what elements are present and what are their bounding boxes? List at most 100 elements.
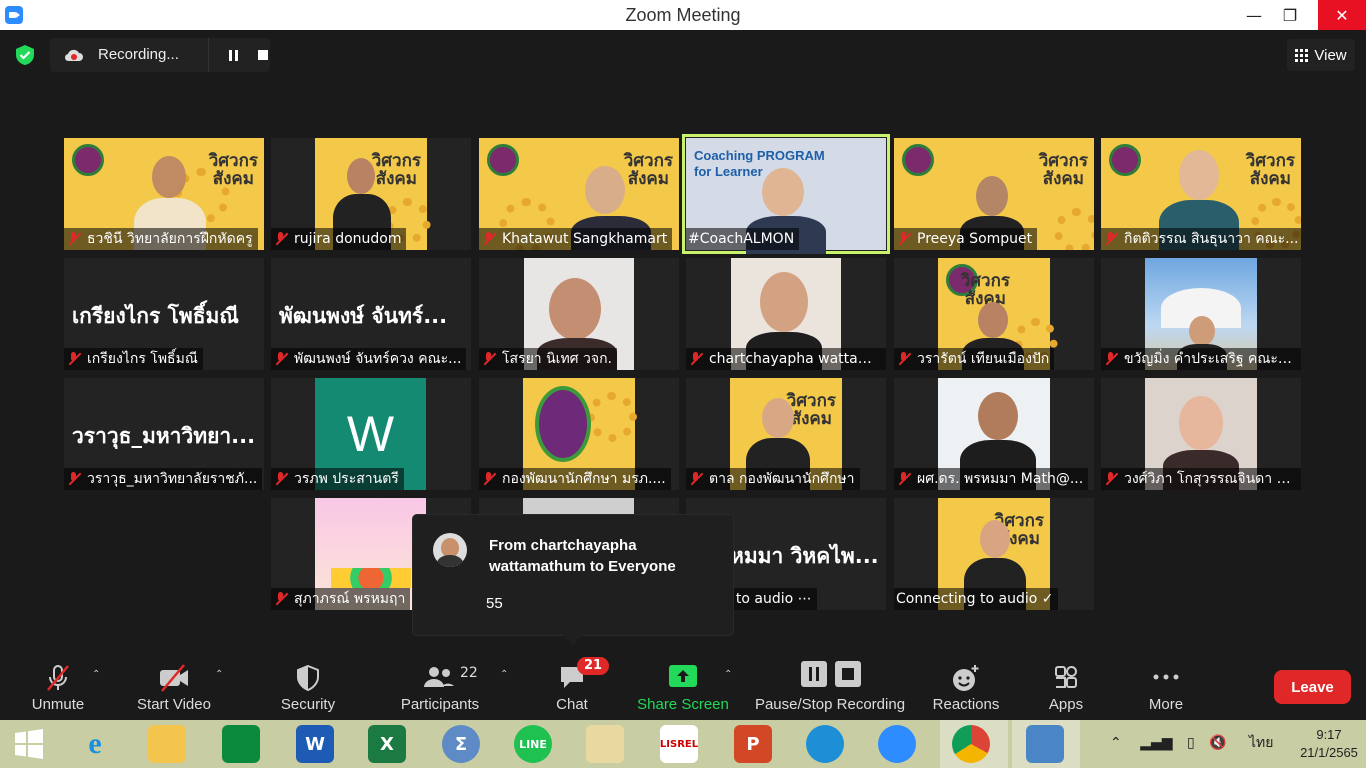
participant-name: สุภาภรณ์ พรหมฤา — [271, 588, 411, 610]
participant-name: วราวุธ_มหาวิทยาลัยราชภั... — [64, 468, 263, 490]
battery-icon[interactable]: ▯ — [1187, 735, 1195, 751]
security-button[interactable]: Security — [272, 655, 344, 720]
taskbar-clock[interactable]: 9:17 21/1/2565 — [1296, 726, 1362, 762]
system-tray[interactable]: ⌃ ▂▄▆ ▯ 🔇 ไทย — [1110, 732, 1274, 754]
participant-tile[interactable]: วิศวกร สังคม วรารัตน์ เทียนเมืองปัก — [894, 258, 1094, 370]
muted-mic-icon — [66, 231, 82, 247]
minimize-button[interactable]: — — [1234, 0, 1274, 30]
participant-name: Khatawut Sangkhamart — [479, 228, 673, 250]
participant-name: กิตติวรรณ สินธุนาวา คณะ... — [1101, 228, 1301, 250]
apps-button[interactable]: Apps — [1038, 655, 1094, 720]
participant-tile[interactable]: วิศวกร สังคม ธวชินี วิทยาลัยการฝึกหัดครู — [64, 138, 264, 250]
apps-icon — [1055, 666, 1077, 688]
participant-tile[interactable]: เกรียงไกร โพธิ์มณี เกรียงไกร โพธิ์มณี — [64, 258, 264, 370]
participant-tile[interactable]: ขวัญมิ่ง คำประเสริฐ คณะวิ... — [1101, 258, 1301, 370]
meeting-controls: Unmute ⌃ Start Video ⌃ Security 22 Parti… — [0, 655, 1366, 720]
participant-tile[interactable]: วิศวกร สังคม Khatawut Sangkhamart — [479, 138, 679, 250]
participant-tile[interactable]: โสรยา นิเทศ วจก. — [479, 258, 679, 370]
participant-name: วรารัตน์ เทียนเมืองปัก — [894, 348, 1055, 370]
active-speaker-tile[interactable]: Coaching PROGRAM for Learner #CoachALMON — [682, 134, 890, 254]
file-explorer-icon[interactable] — [148, 725, 186, 763]
line-icon[interactable]: LINE — [514, 725, 552, 763]
lisrel-icon[interactable]: LISREL — [660, 725, 698, 763]
unmute-button[interactable]: Unmute — [22, 655, 94, 720]
muted-mic-icon — [481, 351, 497, 367]
participants-button[interactable]: 22 Participants — [398, 655, 482, 720]
share-screen-button[interactable]: Share Screen — [636, 655, 730, 720]
zoom-icon[interactable] — [878, 725, 916, 763]
input-language[interactable]: ไทย — [1249, 735, 1273, 751]
leave-button[interactable]: Leave — [1274, 670, 1351, 704]
cloud-recording-icon — [64, 49, 83, 62]
muted-mic-icon — [688, 351, 704, 367]
participant-tile[interactable]: วิศวกร สังคม Connecting to audio ✓ — [894, 498, 1094, 610]
muted-mic-icon — [273, 591, 289, 607]
meeting-topbar: Recording... View — [0, 30, 1366, 80]
reactions-button[interactable]: Reactions — [928, 655, 1004, 720]
participant-tile[interactable]: วิศวกร สังคม rujira donudom — [271, 138, 471, 250]
participant-tile[interactable]: กองพัฒนานักศึกษา มรภ.... — [479, 378, 679, 490]
participant-tile[interactable]: chartchayapha wattam... — [686, 258, 886, 370]
muted-mic-icon — [1103, 351, 1119, 367]
chevron-up-icon[interactable]: ⌃ — [215, 669, 223, 680]
muted-mic-icon — [66, 471, 82, 487]
pause-stop-recording-button[interactable]: Pause/Stop Recording — [752, 655, 908, 720]
internet-explorer-icon[interactable]: e — [76, 725, 114, 763]
participant-name: ผศ.ดร. พรหมมา Math@... — [894, 468, 1089, 490]
participant-big-name: หมมา วิหคไพ... — [730, 544, 879, 568]
chevron-up-icon[interactable]: ⌃ — [724, 669, 732, 680]
encryption-shield-icon[interactable] — [14, 44, 36, 66]
clock-time: 9:17 — [1316, 727, 1342, 742]
store-icon[interactable] — [222, 725, 260, 763]
grid-view-icon — [1295, 48, 1309, 62]
windows-start-icon[interactable] — [10, 725, 48, 763]
muted-mic-icon — [1103, 471, 1119, 487]
chrome-icon[interactable] — [952, 725, 990, 763]
view-label: View — [1314, 46, 1347, 64]
remote-desktop-icon[interactable] — [1026, 725, 1064, 763]
participant-name: วรภพ ประสานตรี — [271, 468, 404, 490]
chevron-up-icon[interactable]: ⌃ — [500, 669, 508, 680]
chevron-up-icon[interactable]: ⌃ — [92, 669, 100, 680]
chat-notification-popup[interactable]: From chartchayapha wattamathum to Everyo… — [413, 515, 733, 645]
participant-tile[interactable]: วิศวกร สังคม Preeya Sompuet — [894, 138, 1094, 250]
participant-name: Preeya Sompuet — [894, 228, 1038, 250]
avatar — [433, 533, 467, 567]
powerpoint-icon[interactable]: P — [734, 725, 772, 763]
chevron-up-icon[interactable]: ⌃ — [1110, 735, 1122, 751]
participant-tile[interactable]: วราวุธ_มหาวิทยา... วราวุธ_มหาวิทยาลัยราช… — [64, 378, 264, 490]
speaker-muted-icon[interactable]: 🔇 — [1209, 735, 1226, 751]
muted-mic-icon — [273, 471, 289, 487]
start-video-button[interactable]: Start Video — [130, 655, 218, 720]
word-icon[interactable]: W — [296, 725, 334, 763]
window-title: Zoom Meeting — [625, 5, 741, 25]
participant-tile[interactable]: วิศวกร สังคม ตาล กองพัฒนานักศึกษา — [686, 378, 886, 490]
pause-recording-button[interactable] — [208, 38, 257, 72]
calculator-icon[interactable]: Σ — [442, 725, 480, 763]
muted-mic-icon — [273, 351, 289, 367]
participant-name: โสรยา นิเทศ วจก. — [479, 348, 618, 370]
view-button[interactable]: View — [1287, 39, 1355, 71]
excel-icon[interactable]: X — [368, 725, 406, 763]
chat-message: 55 — [486, 595, 503, 612]
more-icon — [1153, 674, 1179, 680]
participant-big-name: วราวุธ_มหาวิทยา... — [72, 424, 256, 448]
shield-icon — [297, 664, 319, 692]
network-icon[interactable]: ▂▄▆ — [1140, 735, 1172, 751]
participants-icon — [424, 667, 454, 687]
maximize-button[interactable]: ❐ — [1270, 0, 1310, 30]
close-button[interactable]: ✕ — [1318, 0, 1366, 30]
participant-tile[interactable]: วิศวกร สังคม กิตติวรรณ สินธุนาวา คณะ... — [1101, 138, 1301, 250]
participant-tile[interactable]: W วรภพ ประสานตรี — [271, 378, 471, 490]
paint-icon[interactable] — [586, 725, 624, 763]
more-button[interactable]: More — [1138, 655, 1194, 720]
edge-icon[interactable] — [806, 725, 844, 763]
stop-recording-button[interactable] — [256, 38, 270, 72]
muted-mic-icon — [66, 351, 82, 367]
participant-tile[interactable]: ผศ.ดร. พรหมมา Math@... — [894, 378, 1094, 490]
pause-stop-icon — [801, 661, 861, 687]
participant-tile[interactable]: วงศ์วิภา โกสุวรรณจินดา ค... — [1101, 378, 1301, 490]
muted-mic-icon — [1103, 231, 1119, 247]
participant-name: rujira donudom — [271, 228, 407, 250]
participant-tile[interactable]: พัฒนพงษ์ จันทร์... พัฒนพงษ์ จันทร์ควง คณ… — [271, 258, 471, 370]
